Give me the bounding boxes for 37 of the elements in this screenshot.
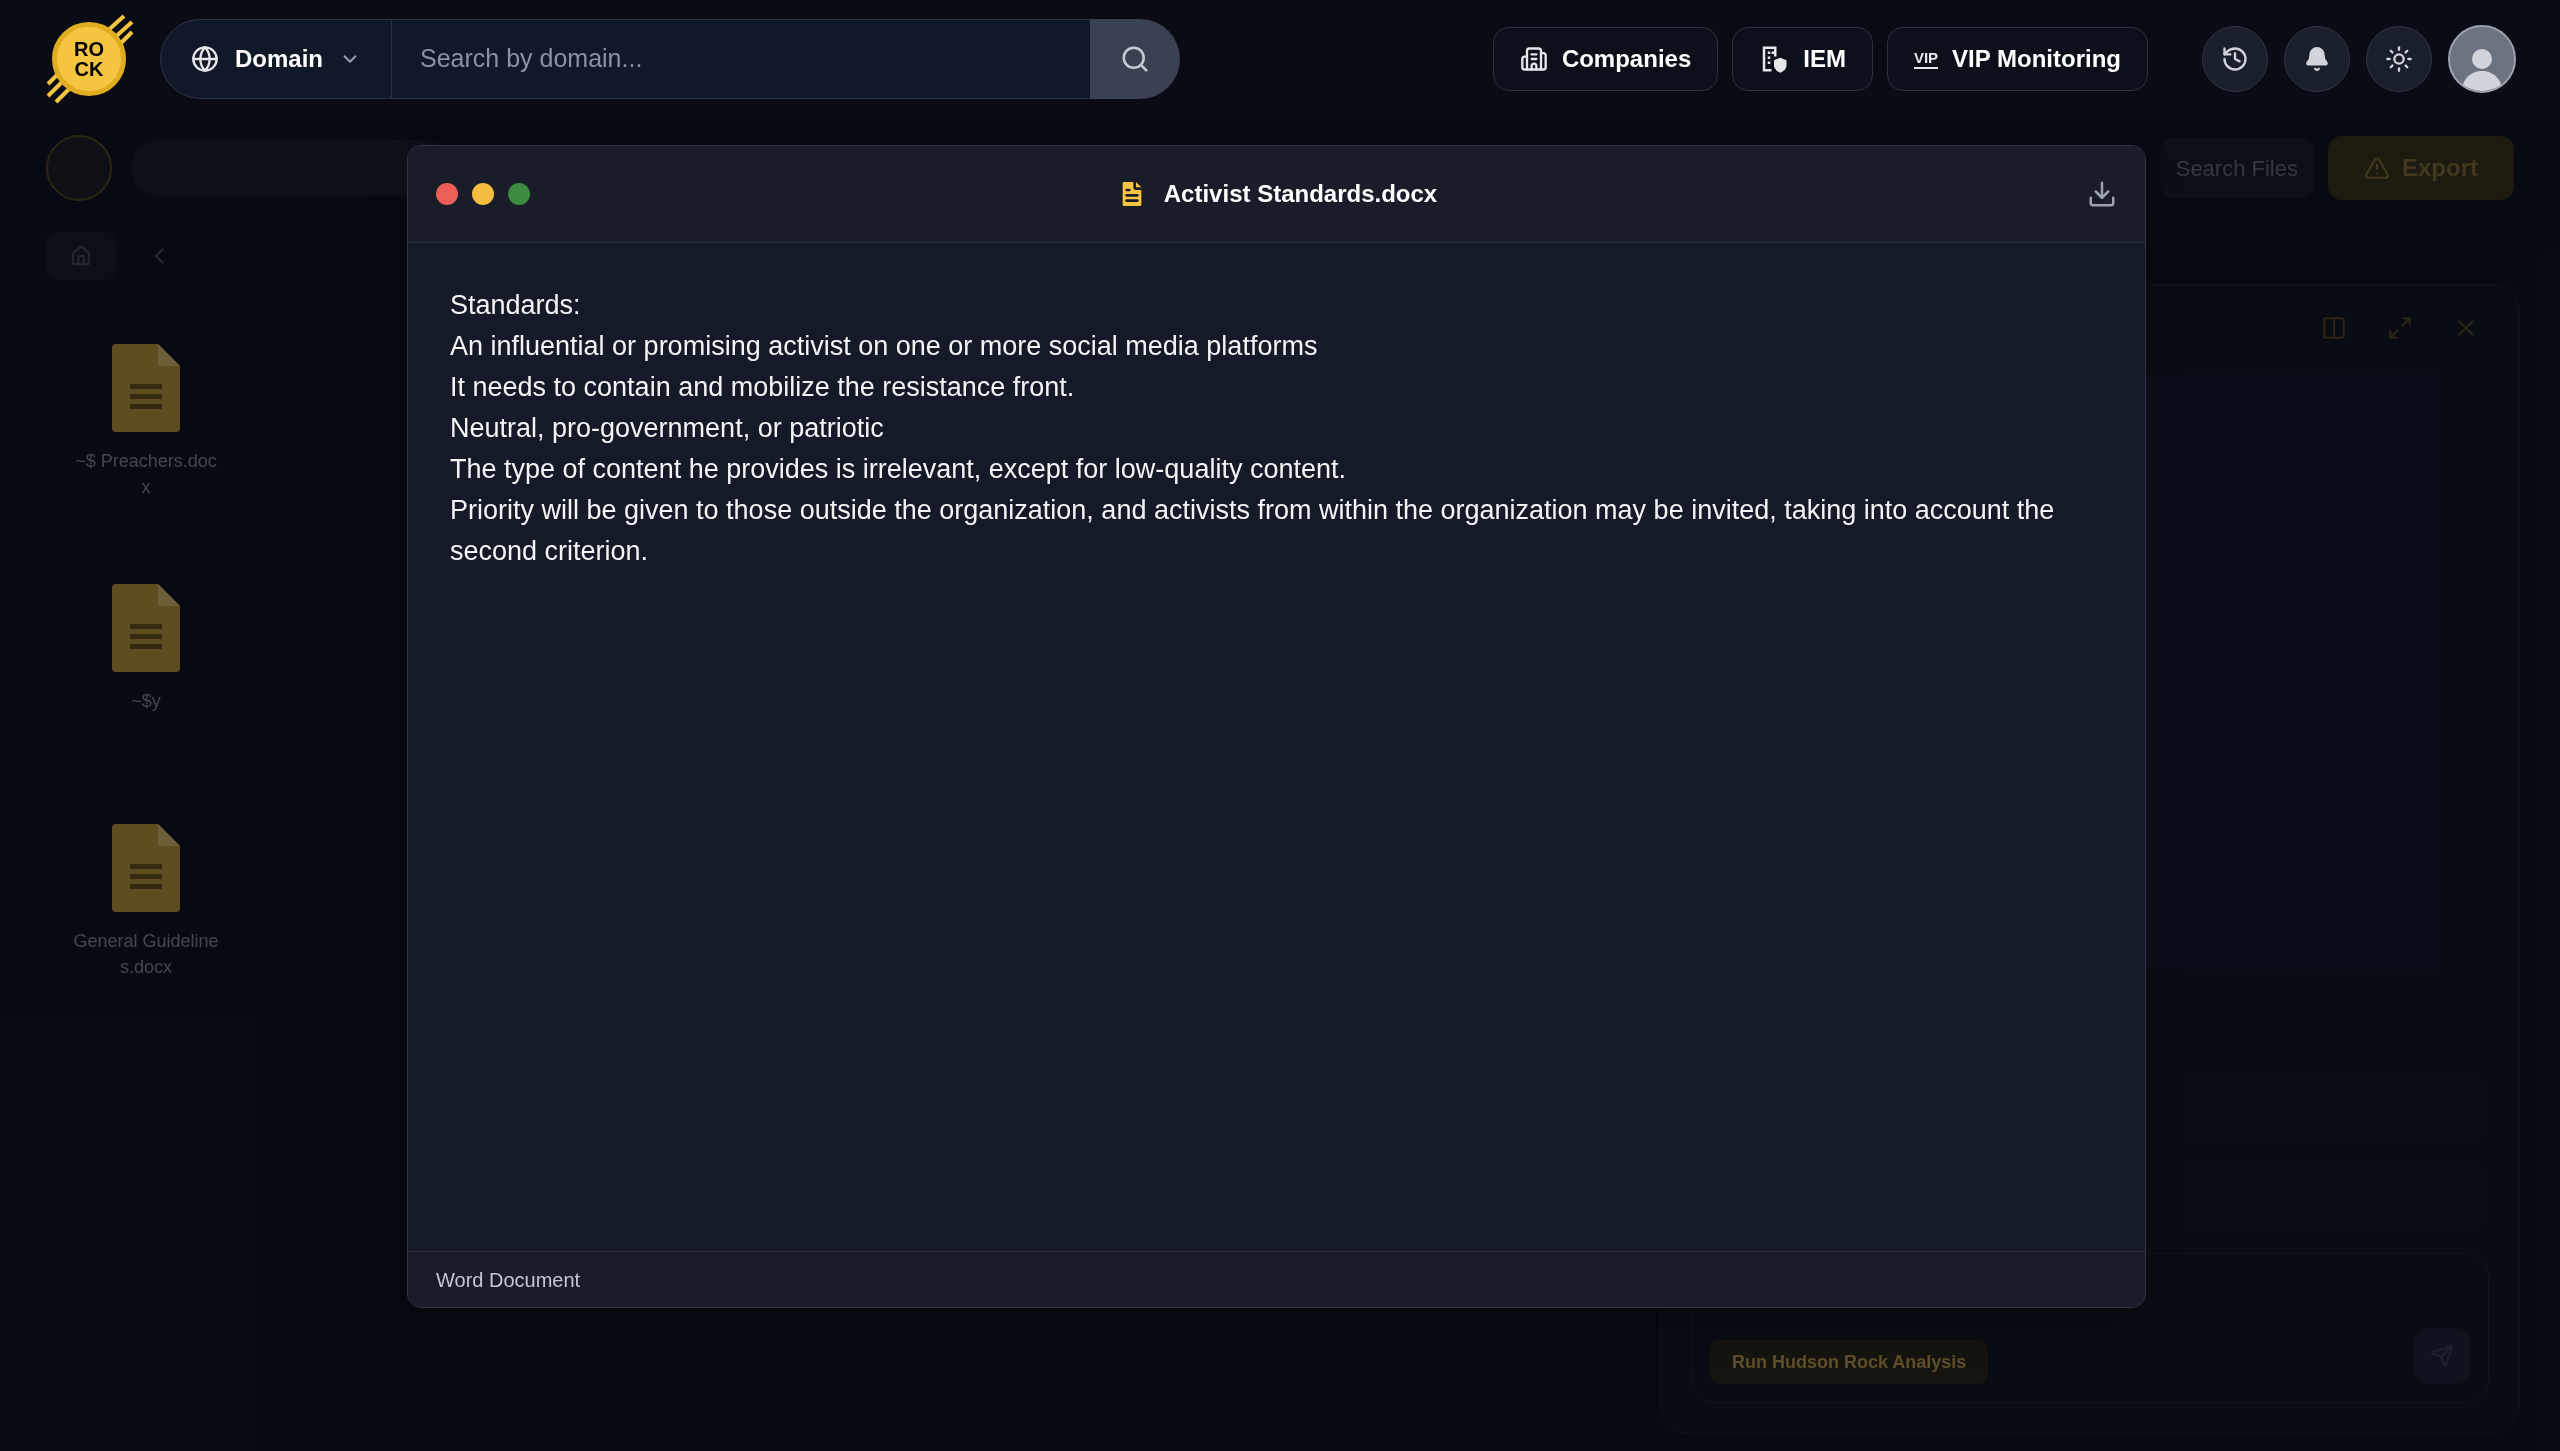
- document-icon: [112, 824, 180, 912]
- history-icon: [2221, 45, 2249, 73]
- document-title: Activist Standards.docx: [1163, 179, 1438, 209]
- document-type-label: Word Document: [436, 1267, 581, 1293]
- domain-search-field[interactable]: Search by domain...: [392, 19, 1090, 99]
- download-button[interactable]: [2087, 179, 2117, 209]
- home-icon: [70, 245, 92, 267]
- logo-badge[interactable]: RO CK: [52, 22, 126, 96]
- document-icon: [112, 584, 180, 672]
- search-type-dropdown[interactable]: Domain: [160, 19, 392, 99]
- file-name[interactable]: ~$y: [71, 688, 221, 714]
- document-icon: [112, 344, 180, 432]
- document-text-line: It needs to contain and mobilize the resistance front.: [450, 371, 1076, 404]
- document-text-line: An influential or promising activist on one or more social media platforms: [450, 330, 1319, 363]
- document-text-line: The type of content he provides is irrelevant, except for low-quality content.: [450, 453, 1347, 486]
- bell-icon: [2304, 46, 2330, 72]
- logo-text: RO: [74, 39, 104, 59]
- buildings-icon: [1519, 45, 1548, 73]
- analysis-button[interactable]: Run Hudson Rock Analysis: [1710, 1340, 1989, 1384]
- warning-icon: [2364, 155, 2390, 181]
- sun-icon: [2385, 45, 2413, 73]
- document-text-line: Priority will be given to those outside the organization, and activists from within the organization may be invited, taking into account the second criterion.: [450, 494, 2056, 568]
- document-text-line: Standards:: [450, 289, 582, 322]
- nav-button[interactable]: VIP VIP Monitoring: [1886, 27, 2148, 91]
- minimize-window-button[interactable]: [472, 183, 494, 205]
- file-name[interactable]: General Guidelines.docx: [71, 928, 221, 980]
- document-text-line: Neutral, pro-government, or patriotic: [450, 412, 885, 445]
- search-icon: [1120, 44, 1150, 74]
- logo-text: CK: [74, 59, 104, 79]
- download-icon: [2087, 179, 2117, 209]
- nav-button[interactable]: Companies: [1492, 27, 1719, 91]
- file-name[interactable]: ~$ Preachers.docx: [71, 448, 221, 500]
- nav-button[interactable]: IEM: [1732, 27, 1873, 91]
- maximize-window-button[interactable]: [508, 183, 530, 205]
- search-button[interactable]: [1090, 19, 1180, 99]
- close-window-button[interactable]: [436, 183, 458, 205]
- globe-icon: [191, 45, 219, 73]
